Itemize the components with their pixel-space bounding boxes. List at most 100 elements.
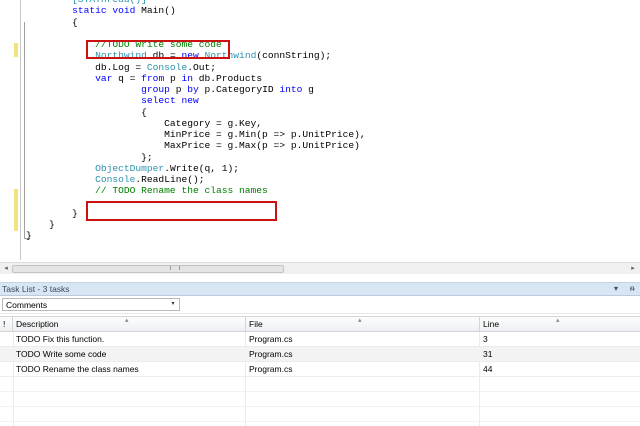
code-line[interactable]: ObjectDumper.Write(q, 1); [26, 163, 239, 174]
code-token: MaxPrice = g.Max(p => p.UnitPrice) [26, 140, 360, 152]
code-token: by [187, 84, 199, 95]
code-token: { [26, 16, 78, 28]
code-token: { [26, 106, 147, 118]
code-line[interactable]: } [26, 208, 78, 219]
column-header-priority[interactable]: ! [0, 317, 13, 332]
task-row[interactable]: TODO Rename the class names Program.cs 4… [0, 362, 640, 377]
code-token: g [302, 84, 314, 95]
code-line[interactable]: [STAThread()] [26, 0, 147, 5]
code-token: // TODO Rename the class names [95, 185, 268, 197]
empty-row [0, 377, 640, 392]
code-token: db.Log = [26, 61, 147, 73]
code-token: (connString); [256, 50, 332, 62]
code-token: } [26, 219, 55, 230]
scrollbar-thumb[interactable] [12, 265, 284, 273]
empty-row [0, 392, 640, 407]
task-list-window: Task List - 3 tasks ▾ ᵰ Comments ▾ ! Des… [0, 282, 640, 426]
sort-arrow-icon: ▴ [358, 317, 362, 324]
column-header-label: Line [483, 319, 500, 329]
column-header-description[interactable]: Description ▴ [13, 317, 246, 332]
change-indicator-bar [14, 189, 18, 231]
code-line[interactable]: // TODO Rename the class names [26, 185, 268, 196]
todo-highlight-box [86, 40, 230, 59]
task-file: Program.cs [249, 349, 293, 359]
code-token: group [141, 84, 170, 95]
column-header-label: File [249, 319, 263, 329]
code-line[interactable]: } [26, 230, 32, 241]
code-token: static [72, 5, 107, 17]
outline-guide [20, 0, 21, 260]
task-category-value: Comments [6, 300, 48, 310]
task-line: 44 [483, 364, 493, 374]
code-token: MinPrice = g.Min(p => p.UnitPrice), [26, 129, 366, 140]
code-line[interactable]: group p by p.CategoryID into g [26, 84, 314, 95]
todo-highlight-box [86, 201, 277, 221]
sort-arrow-icon: ▴ [556, 317, 560, 324]
code-line[interactable]: db.Log = Console.Out; [26, 62, 216, 73]
code-token: var [95, 72, 113, 84]
code-editor[interactable]: [STAThread()] static void Main() { //TOD… [0, 0, 640, 262]
code-token: select [141, 95, 176, 107]
code-token: } [26, 230, 32, 242]
task-description: TODO Write some code [16, 349, 107, 359]
triangle-right-icon[interactable]: ▸ [628, 264, 638, 273]
task-description: TODO Fix this function. [16, 334, 105, 344]
task-file: Program.cs [249, 334, 293, 344]
code-line[interactable]: static void Main() [26, 5, 176, 16]
code-token: db.Products [193, 72, 263, 84]
code-token: from [141, 72, 165, 84]
code-line[interactable]: { [26, 107, 147, 118]
task-row[interactable]: TODO Fix this function. Program.cs 3 [0, 332, 640, 347]
column-header-file[interactable]: File ▴ [246, 317, 480, 332]
task-list-title-bar[interactable]: Task List - 3 tasks ▾ ᵰ [0, 282, 640, 296]
code-token: new [181, 95, 199, 107]
task-list-rows: TODO Fix this function. Program.cs 3 TOD… [0, 332, 640, 422]
code-line[interactable]: MinPrice = g.Min(p => p.UnitPrice), [26, 129, 366, 140]
column-header-label: ! [3, 319, 6, 329]
empty-row [0, 407, 640, 422]
window-menu-icon[interactable]: ▾ [614, 284, 618, 293]
code-token: .Write(q, 1); [164, 162, 240, 174]
auto-hide-pin-icon[interactable]: ᵰ [630, 284, 634, 293]
column-header-line[interactable]: Line ▴ [480, 317, 640, 332]
code-token: p [169, 84, 188, 95]
code-line[interactable]: MaxPrice = g.Max(p => p.UnitPrice) [26, 140, 360, 151]
selection-margin[interactable] [0, 0, 12, 262]
code-token: Main() [135, 5, 176, 17]
task-line: 3 [483, 334, 488, 344]
scrollbar-grip [170, 266, 180, 270]
code-line[interactable]: } [26, 219, 55, 230]
editor-horizontal-scrollbar[interactable]: ◂ ▸ [0, 262, 640, 274]
change-indicator-bar [14, 43, 18, 57]
chevron-down-icon[interactable]: ▾ [168, 299, 178, 310]
code-token: void [112, 5, 136, 17]
code-token: } [26, 207, 78, 219]
code-line[interactable]: var q = from p in db.Products [26, 73, 262, 84]
code-token: p [164, 72, 182, 84]
code-token: p.CategoryID [198, 84, 280, 95]
code-line[interactable]: Category = g.Key, [26, 118, 262, 129]
code-line[interactable]: Console.ReadLine(); [26, 174, 204, 185]
code-line[interactable]: { [26, 17, 78, 28]
code-token: into [279, 84, 303, 95]
task-line: 31 [483, 349, 493, 359]
triangle-left-icon[interactable]: ◂ [1, 264, 11, 273]
code-token: in [181, 72, 193, 84]
code-line[interactable]: select new [26, 95, 199, 106]
code-token: .Out; [187, 61, 217, 73]
task-file: Program.cs [249, 364, 293, 374]
column-header-label: Description [16, 319, 59, 329]
task-row[interactable]: TODO Write some code Program.cs 31 [0, 347, 640, 362]
task-description: TODO Rename the class names [16, 364, 139, 374]
task-category-dropdown[interactable]: Comments ▾ [2, 298, 180, 311]
code-line[interactable]: }; [26, 152, 153, 163]
code-token: Console [95, 174, 136, 185]
